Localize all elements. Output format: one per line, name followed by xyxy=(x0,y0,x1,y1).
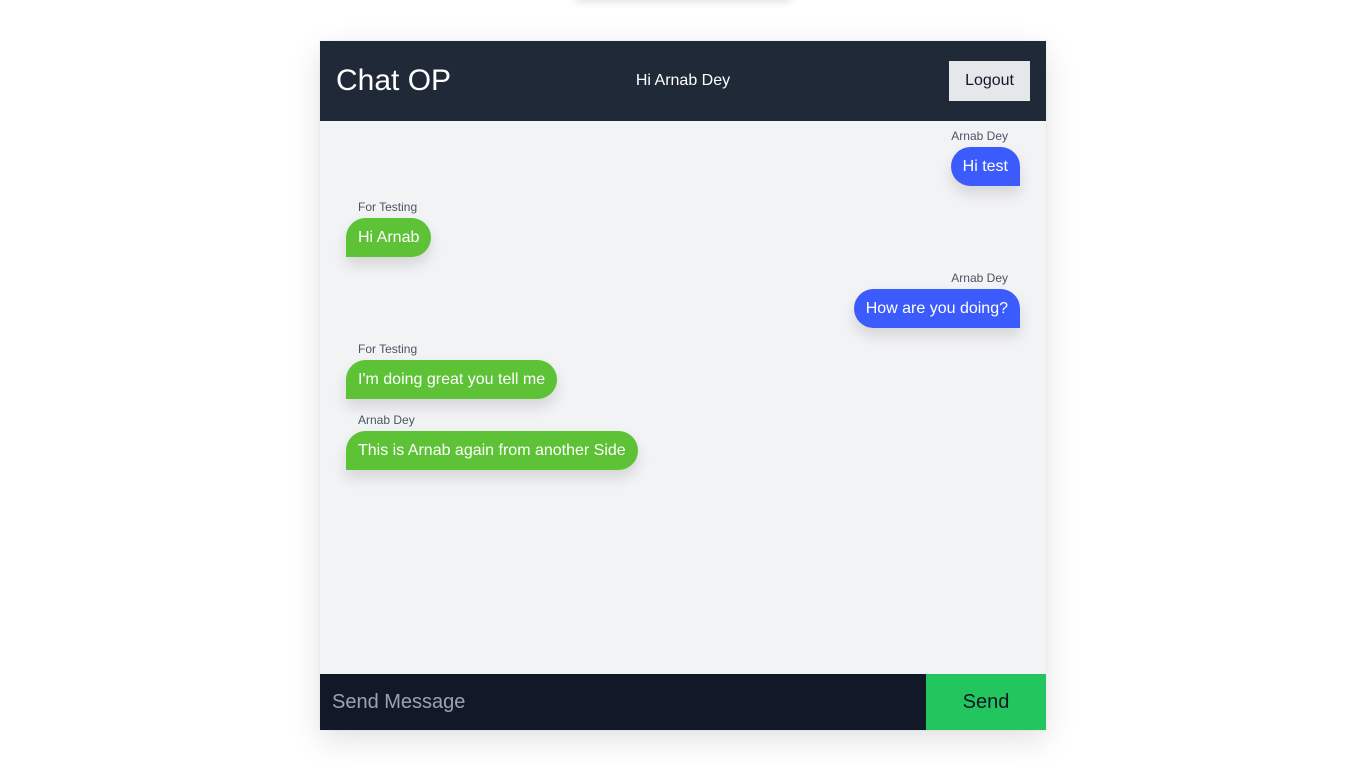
message-item: For Testing Hi Arnab xyxy=(346,200,1020,257)
chat-window: Chat OP Hi Arnab Dey Logout Arnab Dey Hi… xyxy=(320,41,1046,730)
message-sender: Arnab Dey xyxy=(358,413,415,427)
message-input[interactable] xyxy=(320,674,926,730)
message-item: For Testing I'm doing great you tell me xyxy=(346,342,1020,399)
logout-button[interactable]: Logout xyxy=(949,61,1030,101)
message-composer: Send xyxy=(320,674,1046,730)
message-bubble: Hi Arnab xyxy=(346,218,432,257)
chat-header: Chat OP Hi Arnab Dey Logout xyxy=(320,41,1046,121)
user-greeting: Hi Arnab Dey xyxy=(635,72,731,89)
message-bubble: This is Arnab again from another Side xyxy=(346,431,638,470)
send-button[interactable]: Send xyxy=(926,674,1046,730)
app-title: Chat OP xyxy=(336,64,452,97)
message-item: Arnab Dey Hi test xyxy=(346,129,1020,186)
message-sender: For Testing xyxy=(358,200,418,214)
logout-container: Logout xyxy=(830,61,1030,101)
message-sender: Arnab Dey xyxy=(951,271,1008,285)
message-bubble: Hi test xyxy=(950,147,1020,186)
message-bubble: How are you doing? xyxy=(853,289,1020,328)
message-item: Arnab Dey How are you doing? xyxy=(346,271,1020,328)
message-sender: Arnab Dey xyxy=(951,129,1008,143)
message-sender: For Testing xyxy=(358,342,418,356)
message-item: Arnab Dey This is Arnab again from anoth… xyxy=(346,413,1020,470)
message-bubble: I'm doing great you tell me xyxy=(346,360,558,399)
message-list: Arnab Dey Hi test For Testing Hi Arnab A… xyxy=(320,121,1046,674)
